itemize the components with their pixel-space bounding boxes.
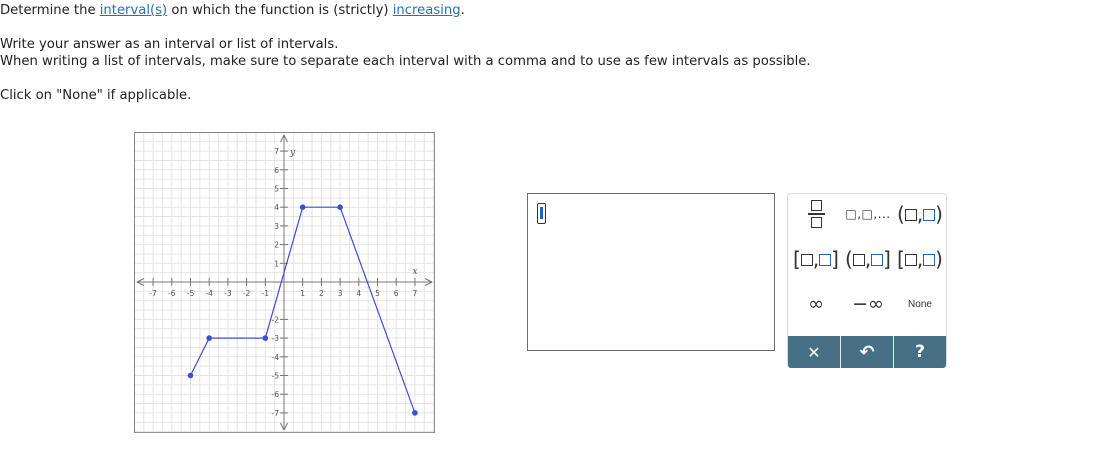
question-text-middle: on which the function is (strictly) — [167, 3, 393, 18]
question-line: Determine the interval(s) on which the f… — [0, 3, 465, 18]
x-tick-label: 6 — [394, 289, 399, 298]
x-tick-label: -3 — [224, 289, 232, 298]
half-open-right-interval-button[interactable]: [,) — [894, 242, 946, 276]
undo-button[interactable]: ↶ — [840, 336, 893, 368]
y-tick-label: 4 — [274, 203, 279, 212]
half-open-right-interval-icon: [,) — [897, 247, 943, 271]
y-tick-label: 6 — [274, 166, 279, 175]
half-open-left-interval-button[interactable]: (,] — [842, 242, 894, 276]
closed-interval-icon: [,] — [793, 247, 839, 271]
y-tick-label: -3 — [272, 334, 280, 343]
math-palette: □,□,... (,) [,] (,] [,) ∞ −∞ None ✕ ↶ ? — [787, 193, 947, 368]
x-axis-label: x — [413, 267, 418, 277]
open-interval-button[interactable]: (,) — [894, 197, 946, 231]
x-tick-label: 4 — [356, 289, 361, 298]
x-tick-label: -7 — [149, 289, 157, 298]
none-label: None — [908, 298, 932, 310]
y-tick-label: -4 — [272, 353, 280, 362]
y-tick-label: -7 — [272, 409, 280, 418]
instruction-line-2: When writing a list of intervals, make s… — [0, 54, 811, 69]
none-button[interactable]: None — [894, 287, 946, 321]
fraction-button[interactable] — [790, 197, 842, 231]
function-point — [337, 204, 343, 210]
question-text-start: Determine the — [0, 3, 100, 18]
close-icon: ✕ — [807, 342, 821, 362]
function-point — [206, 335, 212, 341]
palette-toolbar: ✕ ↶ ? — [788, 336, 946, 368]
clear-button[interactable]: ✕ — [788, 336, 840, 368]
x-tick-label: -6 — [168, 289, 176, 298]
half-open-left-interval-icon: (,] — [845, 247, 891, 271]
open-interval-icon: (,) — [897, 202, 943, 226]
instruction-line-1: Write your answer as an interval or list… — [0, 37, 339, 52]
list-icon: □,□,... — [845, 207, 891, 221]
undo-icon: ↶ — [859, 341, 875, 363]
interval-link[interactable]: interval(s) — [100, 3, 167, 18]
infinity-button[interactable]: ∞ — [790, 287, 842, 321]
x-tick-label: 3 — [338, 289, 343, 298]
closed-interval-button[interactable]: [,] — [790, 242, 842, 276]
question-text-end: . — [460, 3, 465, 18]
x-tick-label: -1 — [262, 289, 270, 298]
y-tick-label: 3 — [274, 222, 279, 231]
y-tick-label: 7 — [274, 147, 279, 156]
function-graph: -7 -6 -5 -4 -3 -2 -1 1 2 3 4 5 6 7 7 6 5 4 3 2 1 -2 -3 -4 -5 -6 -7… — [134, 132, 435, 433]
y-axis-label: y — [289, 148, 296, 158]
y-tick-label: -6 — [272, 390, 280, 399]
y-tick-label: 5 — [274, 185, 279, 194]
function-point — [412, 410, 418, 416]
list-button[interactable]: □,□,... — [842, 197, 894, 231]
function-point — [299, 204, 306, 210]
instruction-none: Click on "None" if applicable. — [0, 88, 192, 103]
function-point — [187, 372, 194, 379]
increasing-link[interactable]: increasing — [393, 3, 461, 18]
infinity-icon: ∞ — [808, 292, 824, 315]
input-cursor — [537, 203, 546, 224]
x-tick-label: 2 — [319, 289, 324, 298]
x-tick-label: -5 — [187, 289, 195, 298]
x-tick-label: 5 — [375, 289, 380, 298]
fraction-icon — [807, 200, 825, 228]
x-tick-label: -4 — [205, 289, 213, 298]
y-tick-label: 1 — [274, 259, 279, 268]
function-point — [262, 335, 269, 341]
answer-input[interactable] — [527, 193, 775, 351]
help-button[interactable]: ? — [893, 336, 946, 368]
negative-infinity-icon: −∞ — [852, 292, 884, 315]
x-tick-label: -2 — [243, 289, 251, 298]
y-tick-label: 2 — [274, 241, 279, 250]
x-tick-label: 1 — [300, 289, 305, 298]
help-icon: ? — [915, 342, 925, 362]
y-tick-label: -5 — [272, 372, 280, 381]
negative-infinity-button[interactable]: −∞ — [842, 287, 894, 321]
x-tick-label: 7 — [413, 289, 418, 298]
y-tick-label: -2 — [272, 315, 280, 324]
